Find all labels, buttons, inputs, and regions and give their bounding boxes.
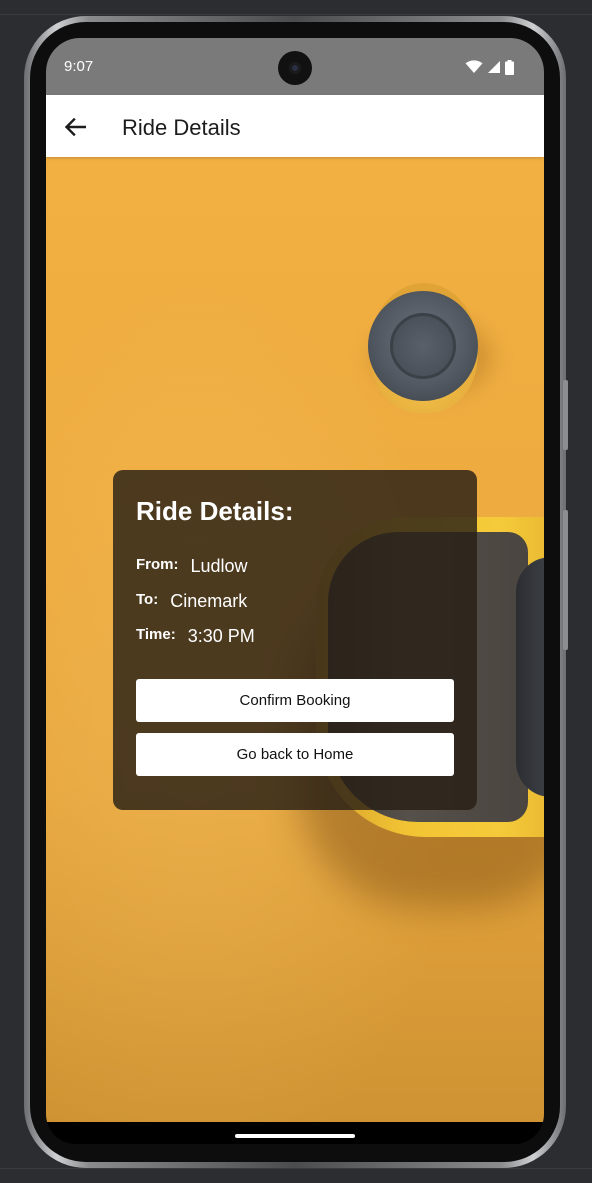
to-row: To: Cinemark xyxy=(136,588,248,611)
go-home-button[interactable]: Go back to Home xyxy=(136,733,454,776)
from-row: From: Ludlow xyxy=(136,553,248,576)
toy-car-wheel xyxy=(516,557,544,797)
to-label: To: xyxy=(136,591,159,608)
background-image: Ride Details: From: Ludlow To: Cinemark … xyxy=(46,157,544,1122)
front-camera xyxy=(278,51,312,85)
status-bar: 9:07 xyxy=(46,38,544,95)
confirm-booking-button[interactable]: Confirm Booking xyxy=(136,679,454,722)
app-bar: Ride Details xyxy=(46,95,544,157)
battery-icon xyxy=(505,59,514,75)
signal-icon xyxy=(488,61,500,73)
status-time: 9:07 xyxy=(64,58,94,75)
time-row: Time: 3:30 PM xyxy=(136,623,255,646)
status-icons xyxy=(465,59,514,75)
stage-divider-top xyxy=(0,14,592,15)
arrow-left-icon xyxy=(64,118,86,136)
wifi-icon xyxy=(465,60,483,73)
card-title: Ride Details: xyxy=(136,496,294,526)
page-title: Ride Details xyxy=(122,115,241,140)
back-button[interactable] xyxy=(60,112,90,142)
time-value: 3:30 PM xyxy=(187,626,255,646)
to-value: Cinemark xyxy=(170,591,248,611)
emulator-stage: 9:07 Ride Details Ride Details: From: Lu… xyxy=(0,0,592,1183)
from-label: From: xyxy=(136,556,179,573)
ride-details-card: Ride Details: From: Ludlow To: Cinemark … xyxy=(113,470,477,810)
navigation-bar xyxy=(46,1122,544,1144)
time-label: Time: xyxy=(136,626,176,643)
volume-button[interactable] xyxy=(563,510,568,650)
power-button[interactable] xyxy=(563,380,568,450)
coffee-cup-lid-center xyxy=(390,313,456,379)
from-value: Ludlow xyxy=(190,556,248,576)
stage-divider-bottom xyxy=(0,1168,592,1169)
phone-screen: 9:07 Ride Details Ride Details: From: Lu… xyxy=(46,38,544,1144)
home-indicator[interactable] xyxy=(235,1134,355,1138)
